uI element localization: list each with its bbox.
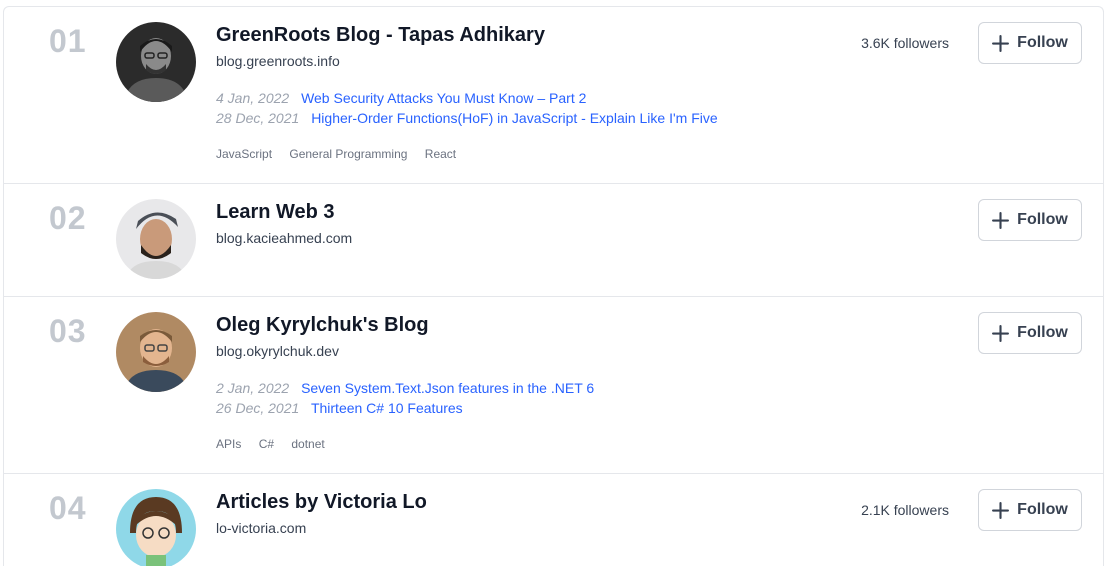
plus-icon — [992, 211, 1010, 229]
tag[interactable]: General Programming — [289, 147, 407, 161]
list-item: 04 Articles by Victoria Lo lo-victoria.c… — [4, 474, 1103, 566]
tag[interactable]: APIs — [216, 437, 241, 451]
avatar[interactable] — [116, 312, 196, 392]
blog-domain[interactable]: lo-victoria.com — [216, 520, 306, 536]
rank-number: 01 — [49, 23, 87, 59]
tag-list: JavaScript General Programming React — [216, 147, 470, 161]
tag-list: APIs C# dotnet — [216, 437, 339, 451]
plus-icon — [992, 324, 1010, 342]
post-entry: 28 Dec, 2021 Higher-Order Functions(HoF)… — [216, 108, 718, 128]
post-date: 28 Dec, 2021 — [216, 110, 300, 126]
follow-button[interactable]: Follow — [978, 489, 1082, 531]
follow-label: Follow — [1017, 324, 1068, 341]
follow-label: Follow — [1017, 501, 1068, 518]
plus-icon — [992, 501, 1010, 519]
list-item: 02 Learn Web 3 blog.kacieahmed.com Follo… — [4, 184, 1103, 297]
recent-posts: 2 Jan, 2022 Seven System.Text.Json featu… — [216, 378, 594, 418]
follow-button[interactable]: Follow — [978, 199, 1082, 241]
post-entry: 2 Jan, 2022 Seven System.Text.Json featu… — [216, 378, 594, 398]
avatar-photo-icon — [116, 312, 196, 392]
avatar[interactable] — [116, 199, 196, 279]
follow-label: Follow — [1017, 211, 1068, 228]
tag[interactable]: C# — [259, 437, 274, 451]
blog-title[interactable]: GreenRoots Blog - Tapas Adhikary — [216, 24, 545, 47]
follower-count: 2.1K followers — [861, 502, 949, 518]
blog-title[interactable]: Learn Web 3 — [216, 201, 335, 224]
rank-number: 03 — [49, 313, 87, 349]
rank-number: 04 — [49, 490, 87, 526]
avatar-photo-icon — [116, 199, 196, 279]
post-entry: 4 Jan, 2022 Web Security Attacks You Mus… — [216, 88, 718, 108]
blog-domain[interactable]: blog.okyrylchuk.dev — [216, 343, 339, 359]
avatar[interactable] — [116, 22, 196, 102]
blog-domain[interactable]: blog.greenroots.info — [216, 53, 340, 69]
list-item: 03 Oleg Kyrylchuk's Blog blog.okyrylchuk… — [4, 297, 1103, 474]
post-link[interactable]: Higher-Order Functions(HoF) in JavaScrip… — [311, 110, 717, 126]
post-link[interactable]: Seven System.Text.Json features in the .… — [301, 380, 594, 396]
plus-icon — [992, 34, 1010, 52]
follower-count: 3.6K followers — [861, 35, 949, 51]
post-entry: 26 Dec, 2021 Thirteen C# 10 Features — [216, 398, 594, 418]
blog-domain[interactable]: blog.kacieahmed.com — [216, 230, 352, 246]
tag[interactable]: JavaScript — [216, 147, 272, 161]
blog-list: 01 GreenRoots Blog - Tapas Adhikary blog… — [3, 6, 1104, 566]
post-date: 4 Jan, 2022 — [216, 90, 290, 106]
recent-posts: 4 Jan, 2022 Web Security Attacks You Mus… — [216, 88, 718, 128]
post-date: 26 Dec, 2021 — [216, 400, 300, 416]
post-link[interactable]: Thirteen C# 10 Features — [311, 400, 463, 416]
follow-button[interactable]: Follow — [978, 312, 1082, 354]
follow-button[interactable]: Follow — [978, 22, 1082, 64]
avatar-photo-icon — [116, 489, 196, 566]
post-date: 2 Jan, 2022 — [216, 380, 290, 396]
avatar-photo-icon — [116, 22, 196, 102]
tag[interactable]: dotnet — [291, 437, 324, 451]
post-link[interactable]: Web Security Attacks You Must Know – Par… — [301, 90, 586, 106]
blog-title[interactable]: Oleg Kyrylchuk's Blog — [216, 314, 429, 337]
avatar[interactable] — [116, 489, 196, 566]
rank-number: 02 — [49, 200, 87, 236]
follow-label: Follow — [1017, 34, 1068, 51]
blog-title[interactable]: Articles by Victoria Lo — [216, 491, 427, 514]
tag[interactable]: React — [425, 147, 456, 161]
list-item: 01 GreenRoots Blog - Tapas Adhikary blog… — [4, 7, 1103, 184]
